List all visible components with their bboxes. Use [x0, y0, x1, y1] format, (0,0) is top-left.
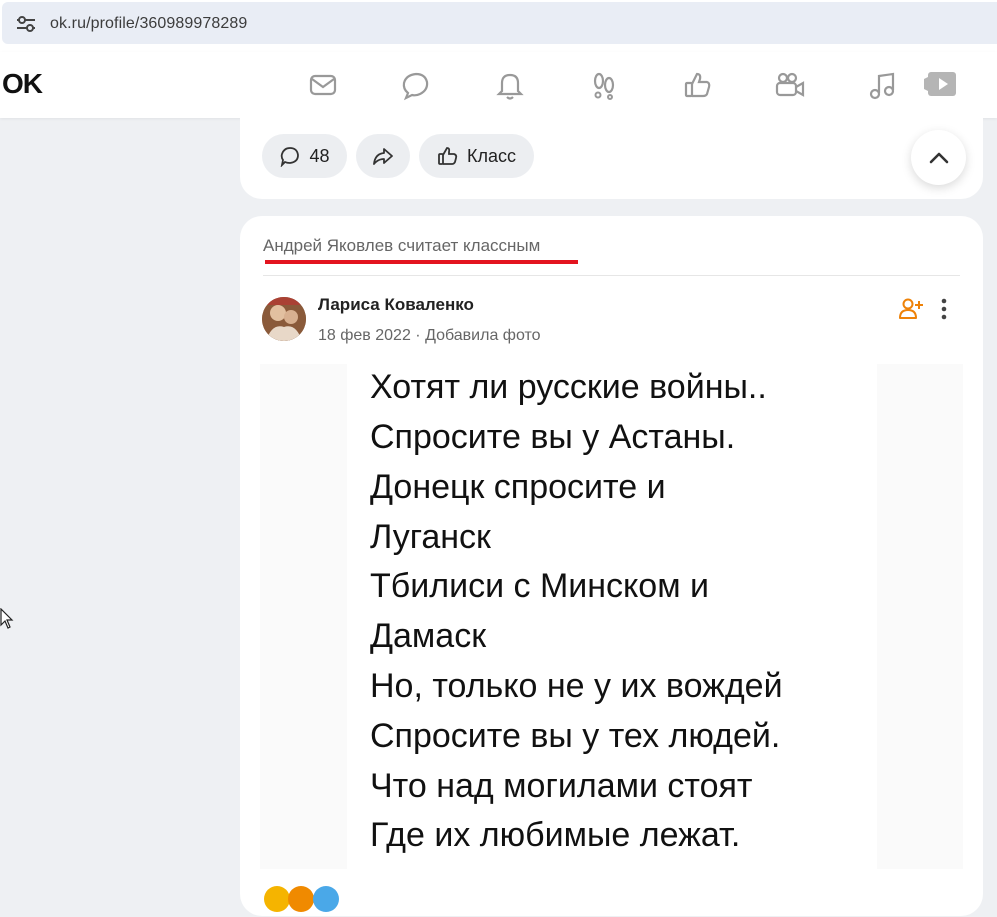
tune-icon[interactable] — [16, 15, 36, 33]
url-text: ok.ru/profile/360989978289 — [50, 15, 248, 32]
photo-text-line: Тбилиси с Минском и — [370, 567, 710, 605]
share-button[interactable] — [356, 134, 410, 178]
class-label: Класс — [467, 145, 516, 166]
photo-text-line: Спросите вы у тех людей. — [370, 717, 781, 755]
photo-text-line: Что над могилами стоят — [370, 767, 753, 805]
post-photo[interactable]: Хотят ли русские войны.. Спросите вы у А… — [260, 364, 963, 869]
photo-text-line: Но, только не у их вождей — [370, 667, 783, 705]
photo-text-line: Донецк спросите и — [370, 468, 666, 506]
chat-bubbles-icon[interactable] — [400, 69, 432, 101]
previous-post-card: 48 Класс — [240, 118, 983, 199]
divider — [263, 275, 960, 276]
mail-icon[interactable] — [307, 69, 339, 101]
browser-address-bar: ok.ru/profile/360989978289 — [0, 0, 997, 52]
liker-text[interactable]: Андрей Яковлев считает классным — [263, 236, 540, 256]
thumbs-up-icon — [438, 147, 458, 165]
reaction-icons[interactable] — [264, 886, 344, 912]
ok-logo[interactable]: OK — [2, 68, 43, 100]
more-options-icon[interactable] — [934, 297, 954, 321]
red-underline-annotation — [265, 260, 578, 264]
add-friend-icon[interactable] — [898, 297, 924, 321]
share-arrow-icon — [373, 148, 393, 165]
comments-count: 48 — [309, 145, 330, 166]
video-camera-icon[interactable] — [774, 69, 806, 101]
photo-text-line: Хотят ли русские войны.. — [370, 368, 767, 406]
url-field[interactable]: ok.ru/profile/360989978289 — [2, 2, 997, 44]
class-button[interactable]: Класс — [419, 134, 534, 178]
photo-text-image: Хотят ли русские войны.. Спросите вы у А… — [347, 364, 877, 869]
feed-post-card: Андрей Яковлев считает классным Лариса К… — [240, 216, 983, 916]
reaction-emoji-icon — [264, 886, 290, 912]
post-meta: 18 фев 2022 · Добавила фото — [318, 327, 541, 344]
avatar[interactable] — [262, 297, 306, 341]
chevron-up-icon — [929, 152, 948, 163]
reaction-emoji-icon — [312, 886, 339, 912]
comments-button[interactable]: 48 — [262, 134, 347, 178]
author-name[interactable]: Лариса Коваленко — [318, 295, 474, 315]
top-nav: OK — [0, 52, 997, 118]
photo-text-line: Где их любимые лежат. — [370, 816, 741, 854]
scroll-to-top-button[interactable] — [911, 130, 966, 185]
photo-text-line: Дамаск — [370, 617, 487, 655]
photo-text-line: Спросите вы у Астаны. — [370, 418, 736, 456]
comment-icon — [281, 147, 300, 167]
video-play-icon[interactable] — [924, 69, 960, 101]
music-note-icon[interactable] — [867, 69, 899, 101]
reaction-emoji-icon — [288, 886, 315, 912]
thumbs-up-icon[interactable] — [682, 69, 714, 101]
bell-icon[interactable] — [494, 69, 526, 101]
avatar-photo-icon — [262, 297, 306, 341]
photo-text-line: Луганск — [370, 518, 491, 556]
mouse-cursor-icon — [0, 608, 14, 629]
footprints-icon[interactable] — [588, 69, 620, 101]
